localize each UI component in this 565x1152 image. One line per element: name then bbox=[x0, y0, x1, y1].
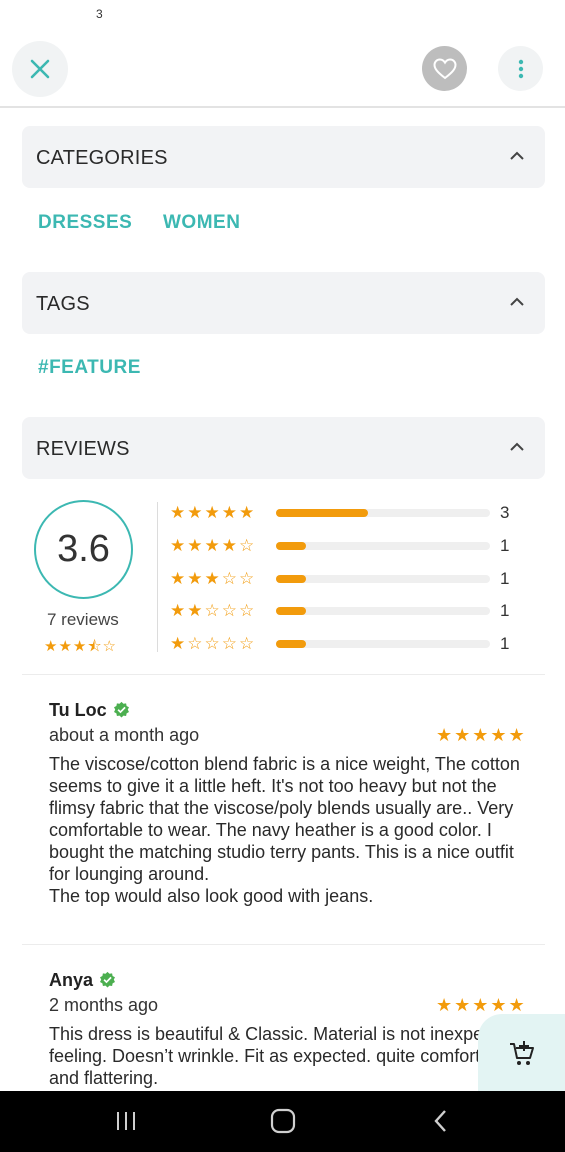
rating-row-stars: ★☆☆☆☆ bbox=[170, 634, 257, 653]
add-to-cart-button[interactable] bbox=[478, 1014, 565, 1094]
heart-icon bbox=[432, 57, 457, 79]
divider bbox=[22, 674, 545, 675]
rating-bar-fill bbox=[276, 640, 306, 648]
favorite-button[interactable] bbox=[422, 46, 467, 91]
review-stars: ★★★★★ bbox=[436, 995, 527, 1015]
categories-section-header[interactable]: CATEGORIES bbox=[22, 126, 545, 188]
tags-section-header[interactable]: TAGS bbox=[22, 272, 545, 334]
recents-button[interactable] bbox=[106, 1105, 146, 1137]
rating-row-2: ★★☆☆☆ 1 bbox=[170, 601, 520, 621]
reviewer-name: Tu Loc bbox=[49, 700, 107, 720]
rating-row-stars: ★★★★☆ bbox=[170, 536, 257, 555]
average-rating-circle: 3.6 bbox=[34, 500, 133, 599]
rating-row-stars: ★★☆☆☆ bbox=[170, 601, 257, 620]
review-date: about a month ago bbox=[49, 725, 200, 745]
rating-row-count: 1 bbox=[500, 601, 510, 620]
status-indicator: 3 bbox=[96, 7, 103, 21]
chevron-up-icon bbox=[510, 151, 524, 160]
rating-bar bbox=[276, 640, 490, 648]
rating-bar bbox=[276, 607, 490, 615]
rating-row-5: ★★★★★ 3 bbox=[170, 503, 520, 523]
reviewer-name: Anya bbox=[49, 970, 94, 990]
more-vertical-icon bbox=[518, 59, 523, 78]
rating-bar bbox=[276, 575, 490, 583]
status-bar: 3 bbox=[0, 0, 565, 30]
verified-icon bbox=[100, 971, 115, 988]
categories-title: CATEGORIES bbox=[36, 147, 168, 169]
tag-chip-feature[interactable]: #FEATURE bbox=[38, 357, 141, 379]
rating-row-stars: ★★★☆☆ bbox=[170, 569, 257, 588]
review-count: 7 reviews bbox=[47, 610, 119, 629]
back-button[interactable] bbox=[421, 1105, 461, 1137]
rating-bar-fill bbox=[276, 509, 369, 517]
chevron-up-icon bbox=[510, 442, 524, 451]
rating-bar-fill bbox=[276, 542, 306, 550]
verified-icon bbox=[113, 701, 129, 718]
rating-row-count: 1 bbox=[500, 569, 510, 588]
rating-row-count: 1 bbox=[500, 536, 510, 555]
rating-row-4: ★★★★☆ 1 bbox=[170, 536, 520, 556]
close-button[interactable] bbox=[12, 41, 68, 97]
reviews-title: REVIEWS bbox=[36, 438, 130, 460]
home-icon bbox=[270, 1108, 296, 1134]
rating-row-stars: ★★★★★ bbox=[170, 503, 257, 522]
rating-row-1: ★☆☆☆☆ 1 bbox=[170, 634, 520, 654]
close-icon bbox=[30, 59, 50, 79]
summary-divider bbox=[157, 502, 158, 652]
rating-row-3: ★★★☆☆ 1 bbox=[170, 569, 520, 589]
tags-title: TAGS bbox=[36, 293, 90, 315]
more-options-button[interactable] bbox=[498, 46, 543, 91]
review-text: The viscose/cotton blend fabric is a nic… bbox=[49, 754, 520, 906]
rating-row-count: 1 bbox=[500, 634, 510, 653]
review-stars: ★★★★★ bbox=[436, 725, 527, 745]
reviewer-name-container: Anya bbox=[49, 970, 116, 991]
review-text: This dress is beautiful & Classic. Mater… bbox=[49, 1024, 526, 1088]
recents-icon bbox=[117, 1112, 135, 1130]
chevron-up-icon bbox=[510, 297, 524, 306]
reviews-section-header[interactable]: REVIEWS bbox=[22, 417, 545, 479]
category-chip-dresses[interactable]: DRESSES bbox=[38, 212, 132, 234]
average-rating-stars: ★★★⯪☆ bbox=[44, 638, 117, 655]
reviewer-name-container: Tu Loc bbox=[49, 700, 130, 721]
rating-bar-fill bbox=[276, 607, 306, 615]
home-button[interactable] bbox=[263, 1105, 303, 1137]
rating-bar bbox=[276, 509, 490, 517]
divider bbox=[22, 944, 545, 945]
rating-row-count: 3 bbox=[500, 503, 510, 522]
system-nav-bar bbox=[0, 1091, 565, 1152]
average-rating-value: 3.6 bbox=[57, 528, 110, 570]
back-icon bbox=[434, 1110, 446, 1132]
rating-bar-fill bbox=[276, 575, 306, 583]
review-date: 2 months ago bbox=[49, 995, 159, 1015]
rating-bar bbox=[276, 542, 490, 550]
top-toolbar bbox=[0, 30, 565, 108]
add-to-cart-icon bbox=[509, 1041, 534, 1065]
category-chip-women[interactable]: WOMEN bbox=[163, 212, 240, 234]
